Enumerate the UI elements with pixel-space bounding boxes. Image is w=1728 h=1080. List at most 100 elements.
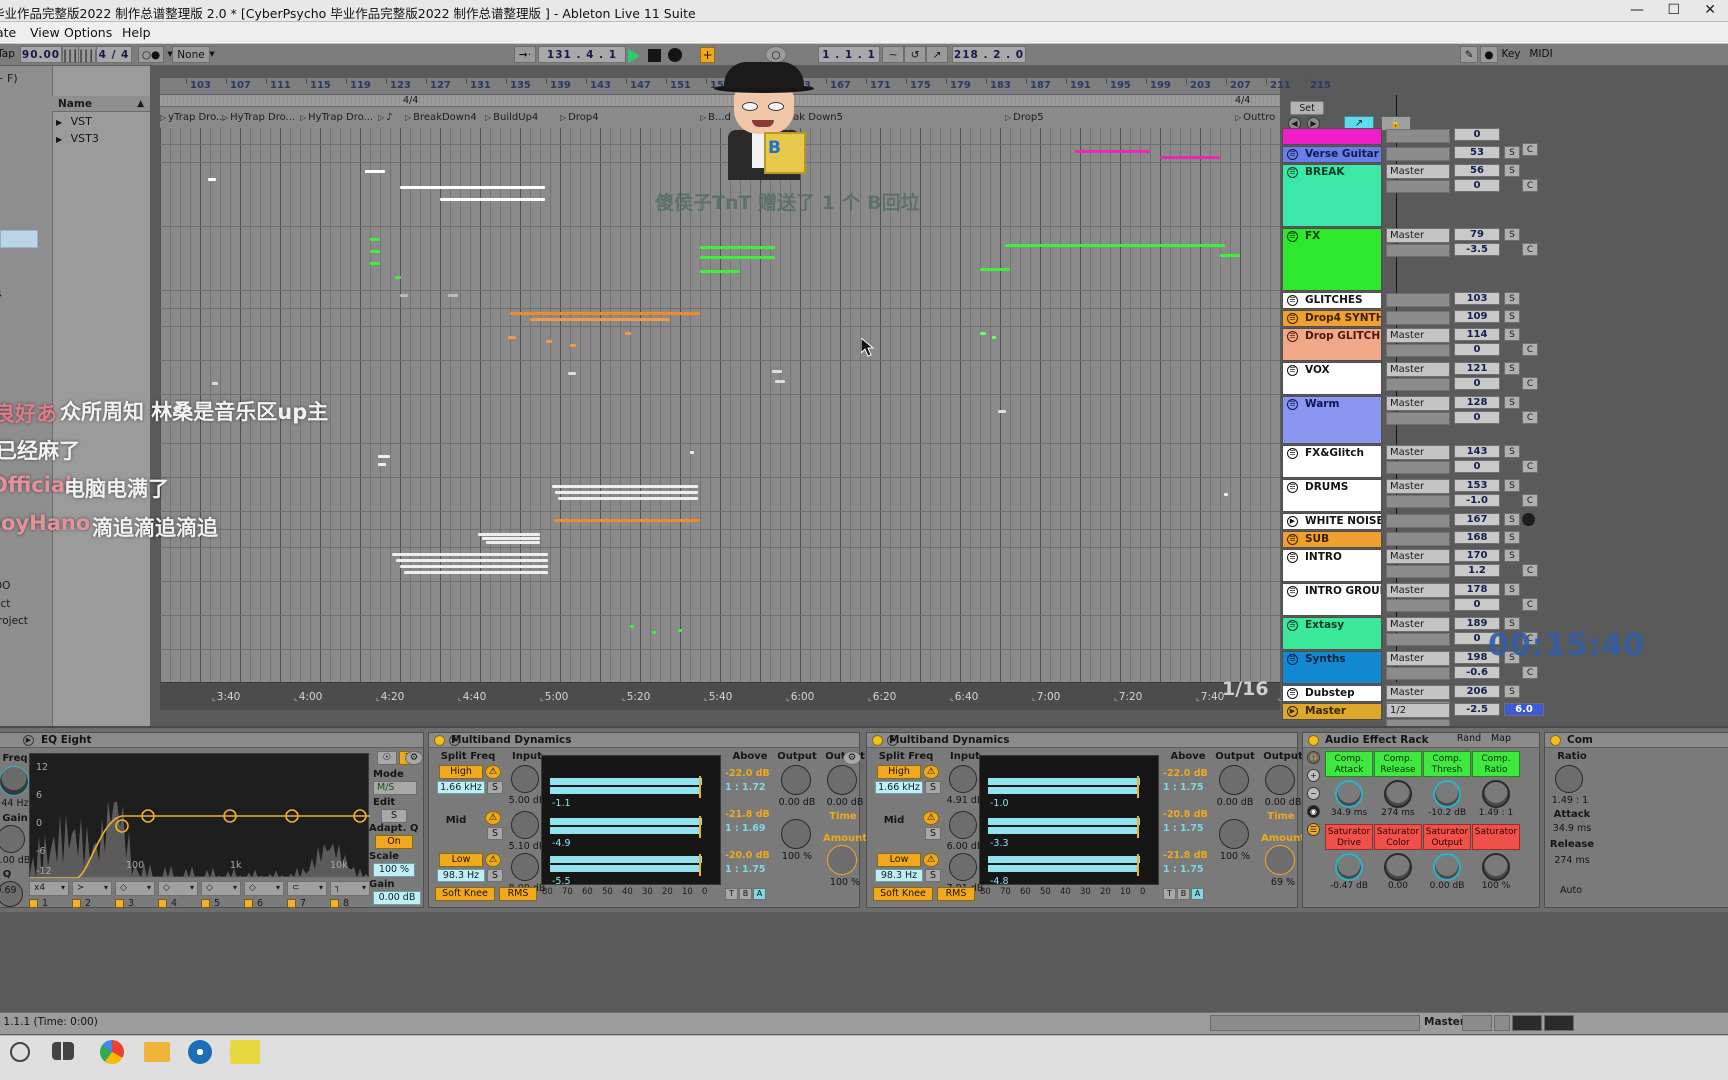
mbd-band-bar[interactable]	[550, 778, 702, 785]
track-crossfade-button[interactable]: C	[1522, 343, 1538, 356]
midi-note[interactable]	[370, 250, 380, 253]
rack-macro-name[interactable]: Comp. Release	[1374, 751, 1422, 777]
mbd2-low-bypass-icon[interactable]: ⚠	[923, 853, 939, 867]
time-signature-field[interactable]: 4 / 4	[96, 46, 132, 63]
rack-map-button[interactable]: Map	[1487, 733, 1515, 746]
eq-band-enable-toggle[interactable]	[201, 899, 210, 908]
mbd2-output-knob[interactable]	[1219, 765, 1249, 795]
browser-selection-highlight[interactable]	[0, 230, 38, 248]
track-header[interactable]: ☰ Drop GLITCHES	[1282, 328, 1382, 361]
device-led-icon[interactable]	[872, 735, 883, 746]
mbd2-t-button[interactable]: T	[1163, 888, 1176, 900]
mbd-band-bar-2[interactable]	[988, 787, 1138, 794]
browser-side-item-undo[interactable]: DO	[0, 580, 10, 592]
track-volume-value[interactable]: 143	[1454, 445, 1500, 458]
track-output-select[interactable]: 1/2	[1386, 703, 1450, 718]
maximize-icon[interactable]: ☐	[1667, 2, 1680, 18]
track-solo-button[interactable]: S	[1504, 479, 1520, 492]
mbd-ratio-3[interactable]: 1 : 1.75	[725, 864, 765, 875]
track-output-sub[interactable]	[1386, 344, 1450, 357]
chevron-down-icon[interactable]: ▾	[190, 883, 194, 892]
mbd-band-display[interactable]: -1.1 -4.9 -5.5	[541, 755, 721, 887]
track-header[interactable]: ☰ INTRO	[1282, 549, 1382, 582]
track-solo-button[interactable]: S	[1504, 513, 1520, 526]
eq-band-enable-toggle[interactable]	[72, 899, 81, 908]
track-output-sub[interactable]	[1386, 412, 1450, 425]
midi-note[interactable]	[530, 318, 670, 321]
master-volume-db[interactable]: 6.0	[1504, 703, 1544, 716]
disc-icon[interactable]	[188, 1040, 212, 1064]
midi-note[interactable]	[400, 294, 408, 297]
track-output-sub[interactable]	[1386, 378, 1450, 391]
eq-band-shape-select[interactable]: ⊂ ▾	[287, 881, 327, 896]
mbd2-mid-solo[interactable]: S	[925, 827, 941, 840]
mbd-ratio-1[interactable]: 1 : 1.72	[725, 782, 765, 793]
mbd2-high-gain-knob[interactable]	[949, 765, 977, 793]
midi-note[interactable]	[570, 344, 576, 347]
track-output-select[interactable]: Master	[1386, 396, 1450, 411]
track-solo-button[interactable]: S	[1504, 549, 1520, 562]
midi-note[interactable]	[370, 238, 380, 241]
device-led-icon[interactable]	[1550, 735, 1561, 746]
track-lane[interactable]	[160, 292, 1280, 309]
device-led-icon[interactable]	[1308, 735, 1319, 746]
track-header[interactable]: ☰ BREAK	[1282, 164, 1382, 227]
device-save-icon[interactable]: ⚙	[843, 751, 861, 765]
eq-band-enable-toggle[interactable]	[330, 899, 339, 908]
follow-icon[interactable]: ➞·	[514, 46, 536, 63]
loop-length-field[interactable]: 218 . 2 . 0	[952, 46, 1026, 63]
track-output-sub[interactable]	[1386, 532, 1450, 546]
menu-item-create[interactable]: ate	[0, 25, 16, 40]
chevron-down-icon[interactable]: ▾	[276, 883, 280, 892]
mbd2-above-2[interactable]: -20.8 dB	[1163, 809, 1208, 820]
midi-note[interactable]	[558, 497, 698, 500]
locator-marker[interactable]: Drop5	[1005, 112, 1043, 123]
track-lane[interactable]	[160, 479, 1280, 512]
chevron-right-icon[interactable]: ▶	[56, 135, 62, 144]
track-volume-value[interactable]: -2.5	[1454, 703, 1500, 716]
record-icon[interactable]	[668, 48, 682, 62]
mbd2-band-display[interactable]: -1.0 -3.3 -4.8	[979, 755, 1159, 887]
track-solo-button[interactable]: S	[1504, 362, 1520, 375]
mbd2-low-freq[interactable]: 98.3 Hz	[875, 869, 923, 882]
track-header[interactable]: ☰ INTRO GROUP	[1282, 583, 1382, 616]
rack-macro-name[interactable]: Saturator Color	[1374, 824, 1422, 850]
sort-arrow-icon[interactable]: ▲	[137, 99, 144, 109]
midi-note[interactable]	[1075, 150, 1150, 153]
mbd-low-gain-knob[interactable]	[511, 853, 539, 881]
rack-macro[interactable]: Comp. Ratio 1.49 : 1	[1472, 751, 1520, 818]
midi-track-icon[interactable]: ☰	[1287, 534, 1298, 545]
mbd2-b-button[interactable]: B	[1177, 888, 1190, 900]
device-save-icon[interactable]: ⚙	[405, 751, 423, 765]
midi-note[interactable]	[1224, 493, 1228, 496]
minimize-icon[interactable]: —	[1630, 2, 1644, 18]
eq-edit-value[interactable]: S	[381, 809, 407, 823]
track-solo-button[interactable]: S	[1504, 310, 1520, 323]
mbd2-output2-knob[interactable]	[1265, 765, 1295, 795]
track-volume-value[interactable]: 114	[1454, 328, 1500, 341]
midi-note[interactable]	[700, 256, 775, 259]
status-meter-2[interactable]	[1494, 1015, 1510, 1031]
midi-note[interactable]	[378, 455, 390, 458]
loop-start-field[interactable]: 1 . 1 . 1	[818, 46, 880, 63]
midi-note[interactable]	[440, 198, 545, 201]
rack-macro-knob[interactable]	[1433, 780, 1461, 808]
rack-show-macros-icon[interactable]: +	[1307, 769, 1320, 782]
mbd-high-freq[interactable]: 1.66 kHz	[437, 781, 485, 794]
track-output-sub[interactable]	[1386, 514, 1450, 528]
track-header[interactable]: ☰ GLITCHES	[1282, 292, 1382, 309]
browser-side-item-ect[interactable]: ect	[0, 598, 10, 610]
track-volume-db[interactable]: 1.2	[1454, 564, 1500, 577]
midi-note[interactable]	[212, 382, 218, 385]
key-map-button[interactable]: Key	[1498, 46, 1524, 63]
midi-track-icon[interactable]: ☰	[1287, 231, 1298, 242]
grid-size-label[interactable]: 1/16	[1222, 678, 1269, 700]
midi-note[interactable]	[775, 380, 785, 383]
track-volume-value[interactable]: 109	[1454, 310, 1500, 323]
chevron-down-icon[interactable]: ▾	[233, 883, 237, 892]
locator-marker[interactable]: Outtro	[1235, 112, 1275, 123]
midi-note[interactable]	[510, 312, 700, 315]
mbd2-ratio-3[interactable]: 1 : 1.75	[1163, 864, 1203, 875]
time-signature-marker[interactable]: 4/4	[403, 95, 418, 106]
track-name[interactable]: ☰ FX	[1282, 228, 1382, 291]
